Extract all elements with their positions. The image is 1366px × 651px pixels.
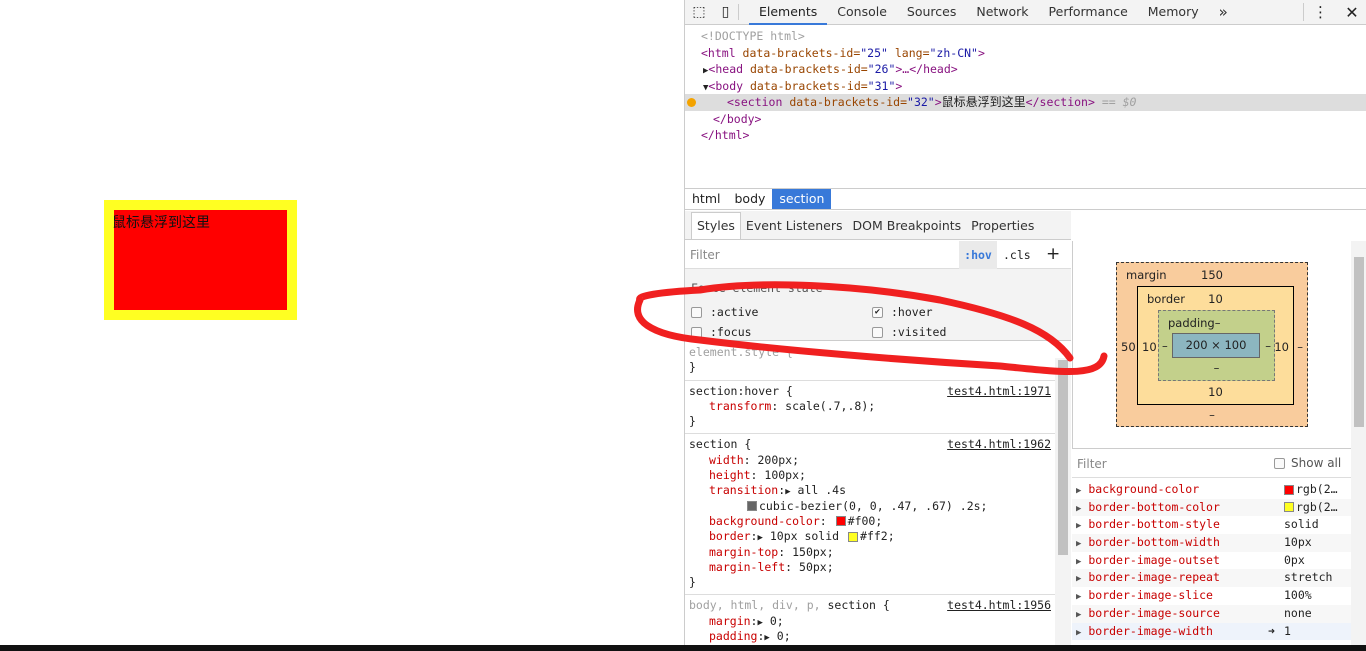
taskbar-strip xyxy=(0,645,1366,651)
red-annotation-scribble xyxy=(634,281,1108,375)
